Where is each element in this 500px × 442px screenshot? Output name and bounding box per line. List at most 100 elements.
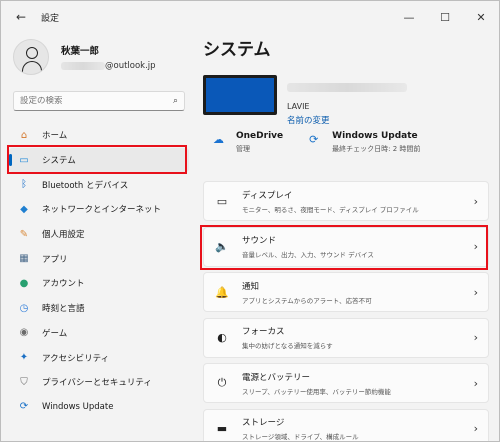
sidebar-item-1[interactable]: ▭ システム bbox=[9, 147, 189, 173]
sidebar-item-label: アプリ bbox=[42, 254, 68, 265]
shield-icon: ⛉ bbox=[20, 376, 28, 388]
chevron-right-icon: › bbox=[473, 194, 478, 208]
card-text: サウンド音量レベル、出力、入力、サウンド デバイス bbox=[242, 234, 474, 259]
email-redacted bbox=[61, 62, 105, 70]
device-info: LAVIE 名前の変更 bbox=[203, 75, 407, 126]
rename-link[interactable]: 名前の変更 bbox=[287, 114, 407, 126]
sidebar-item-11[interactable]: ⟳ Windows Update bbox=[9, 395, 189, 420]
card-text: フォーカス集中の妨げとなる通知を減らす bbox=[242, 325, 474, 350]
status-subtitle: 最終チェック日時: 2 時間前 bbox=[332, 145, 421, 153]
profile-name: 秋葉一郎 bbox=[61, 46, 100, 57]
status-item-0[interactable]: ☁ OneDrive 管理 bbox=[213, 131, 283, 154]
sidebar-item-7[interactable]: ◷ 時刻と言語 bbox=[9, 296, 189, 321]
chevron-right-icon: › bbox=[473, 376, 478, 390]
speaker-icon: 🔈 bbox=[215, 240, 229, 253]
sidebar-item-label: ネットワークとインターネット bbox=[42, 205, 162, 216]
maximize-button[interactable]: ☐ bbox=[427, 1, 463, 33]
card-title: フォーカス bbox=[242, 327, 285, 337]
update-icon: ⟳ bbox=[309, 133, 319, 146]
settings-card-3[interactable]: ◐ フォーカス 集中の妨げとなる通知を減らす › bbox=[203, 317, 489, 358]
sidebar-item-label: アクセシビリティ bbox=[42, 353, 110, 364]
update-icon: ⟳ bbox=[19, 401, 29, 413]
power-icon: ⏻ bbox=[217, 376, 227, 389]
card-title: 電源とバッテリー bbox=[242, 372, 311, 383]
settings-card-0[interactable]: ▭ ディスプレイ モニター、明るさ、夜間モード、ディスプレイ プロファイル › bbox=[203, 181, 489, 221]
bell-icon: 🔔 bbox=[215, 285, 229, 299]
main-content: システム LAVIE 名前の変更 ☁ OneDrive 管理 ⟳ Windows Upd… bbox=[201, 35, 491, 441]
accessibility-icon: ✦ bbox=[19, 352, 29, 364]
sidebar-item-label: Bluetooth とデバイス bbox=[42, 180, 129, 191]
card-subtitle: 音量レベル、出力、入力、サウンド デバイス bbox=[242, 251, 374, 259]
settings-card-2[interactable]: 🔔 通知 アプリとシステムからのアラート、応答不可 › bbox=[203, 272, 489, 312]
sidebar-item-4[interactable]: ✎ 個人用設定 bbox=[9, 222, 189, 247]
status-item-1[interactable]: ⟳ Windows Update 最終チェック日時: 2 時間前 bbox=[309, 131, 420, 154]
card-text: 通知アプリとシステムからのアラート、応答不可 bbox=[242, 280, 474, 305]
sidebar-item-0[interactable]: ⌂ ホーム bbox=[9, 123, 189, 148]
sidebar-item-5[interactable]: ▦ アプリ bbox=[9, 246, 189, 271]
close-button[interactable]: ✕ bbox=[463, 1, 499, 33]
title-bar: ← 設定 — ☐ ✕ bbox=[1, 1, 499, 33]
settings-card-5[interactable]: ▬ ストレージ ストレージ領域、ドライブ、構成ルール › bbox=[203, 408, 489, 441]
sidebar-nav: ⌂ ホーム ▭ システム ᛒ Bluetooth とデバイス ◆ ネットワークとインターネット… bbox=[9, 123, 189, 419]
sidebar-item-8[interactable]: ◉ ゲーム bbox=[9, 321, 189, 346]
maximize-icon: ☐ bbox=[440, 10, 450, 24]
card-title: ストレージ bbox=[242, 418, 285, 428]
settings-cards: ▭ ディスプレイ モニター、明るさ、夜間モード、ディスプレイ プロファイル › 🔈 サウン… bbox=[203, 181, 489, 441]
device-text: LAVIE 名前の変更 bbox=[287, 77, 407, 126]
back-arrow-icon: ← bbox=[15, 10, 27, 24]
avatar-body-shape bbox=[22, 61, 42, 74]
brush-icon: ✎ bbox=[19, 228, 29, 240]
wifi-icon: ◆ bbox=[20, 203, 28, 215]
apps-icon: ▦ bbox=[19, 253, 29, 265]
page-title: システム bbox=[203, 40, 271, 60]
card-title: ディスプレイ bbox=[242, 190, 293, 201]
sidebar-item-label: Windows Update bbox=[42, 401, 114, 412]
device-name-redacted bbox=[287, 83, 407, 92]
card-subtitle: モニター、明るさ、夜間モード、ディスプレイ プロファイル bbox=[242, 205, 419, 214]
sidebar-item-3[interactable]: ◆ ネットワークとインターネット bbox=[9, 197, 189, 222]
card-text: 電源とバッテリースリープ、バッテリー使用率、バッテリー節約機能 bbox=[242, 371, 474, 396]
status-subtitle: 管理 bbox=[236, 145, 250, 153]
card-title: 通知 bbox=[242, 281, 260, 292]
card-subtitle: アプリとシステムからのアラート、応答不可 bbox=[242, 296, 372, 305]
search-icon[interactable]: ⌕ bbox=[173, 96, 178, 106]
card-subtitle: 集中の妨げとなる通知を減らす bbox=[242, 342, 333, 350]
account-icon: ● bbox=[19, 277, 29, 289]
device-image bbox=[203, 75, 277, 115]
minimize-button[interactable]: — bbox=[391, 1, 427, 33]
status-text: Windows Update 最終チェック日時: 2 時間前 bbox=[332, 131, 420, 154]
chevron-right-icon: › bbox=[473, 285, 478, 299]
settings-window: ← 設定 — ☐ ✕ 秋葉一郎 @outlook.jp ⌕ ⌂ ホーム ▭ システム ᛒ… bbox=[0, 0, 500, 442]
sidebar-item-label: プライバシーとセキュリティ bbox=[42, 378, 152, 389]
storage-icon: ▬ bbox=[216, 422, 228, 435]
card-title: サウンド bbox=[242, 236, 277, 246]
sidebar-item-6[interactable]: ● アカウント bbox=[9, 271, 189, 296]
back-button[interactable]: ← bbox=[9, 5, 33, 29]
email-domain: @outlook.jp bbox=[105, 61, 156, 71]
settings-card-1[interactable]: 🔈 サウンド 音量レベル、出力、入力、サウンド デバイス › bbox=[203, 226, 489, 267]
avatar-head-shape bbox=[26, 47, 38, 59]
device-model: LAVIE bbox=[287, 102, 310, 111]
sidebar-item-label: ホーム bbox=[42, 131, 68, 142]
card-subtitle: スリープ、バッテリー使用率、バッテリー節約機能 bbox=[242, 387, 391, 396]
profile-email: @outlook.jp bbox=[61, 61, 156, 71]
status-text: OneDrive 管理 bbox=[236, 131, 283, 154]
sidebar-item-9[interactable]: ✦ アクセシビリティ bbox=[9, 345, 189, 370]
card-text: ストレージ ストレージ領域、ドライブ、構成ルール bbox=[242, 416, 474, 441]
card-text: ディスプレイモニター、明るさ、夜間モード、ディスプレイ プロファイル bbox=[242, 189, 474, 214]
search-input[interactable] bbox=[20, 96, 160, 106]
search-box[interactable]: ⌕ bbox=[13, 91, 185, 111]
status-title: Windows Update bbox=[332, 131, 418, 141]
home-icon: ⌂ bbox=[20, 129, 28, 141]
status-row: ☁ OneDrive 管理 ⟳ Windows Update 最終チェック日時: 2 時間… bbox=[213, 131, 446, 154]
sidebar-item-2[interactable]: ᛒ Bluetooth とデバイス bbox=[9, 172, 189, 197]
gamepad-icon: ◉ bbox=[19, 327, 29, 339]
onedrive-icon: ☁ bbox=[213, 133, 224, 146]
user-profile[interactable]: 秋葉一郎 @outlook.jp bbox=[13, 39, 156, 75]
time-language-icon: ◷ bbox=[19, 302, 29, 314]
sidebar-item-10[interactable]: ⛉ プライバシーとセキュリティ bbox=[9, 370, 189, 395]
sidebar-item-label: システム bbox=[42, 156, 76, 167]
chevron-right-icon: › bbox=[473, 331, 478, 344]
settings-card-4[interactable]: ⏻ 電源とバッテリー スリープ、バッテリー使用率、バッテリー節約機能 › bbox=[203, 363, 489, 403]
avatar bbox=[13, 39, 49, 75]
